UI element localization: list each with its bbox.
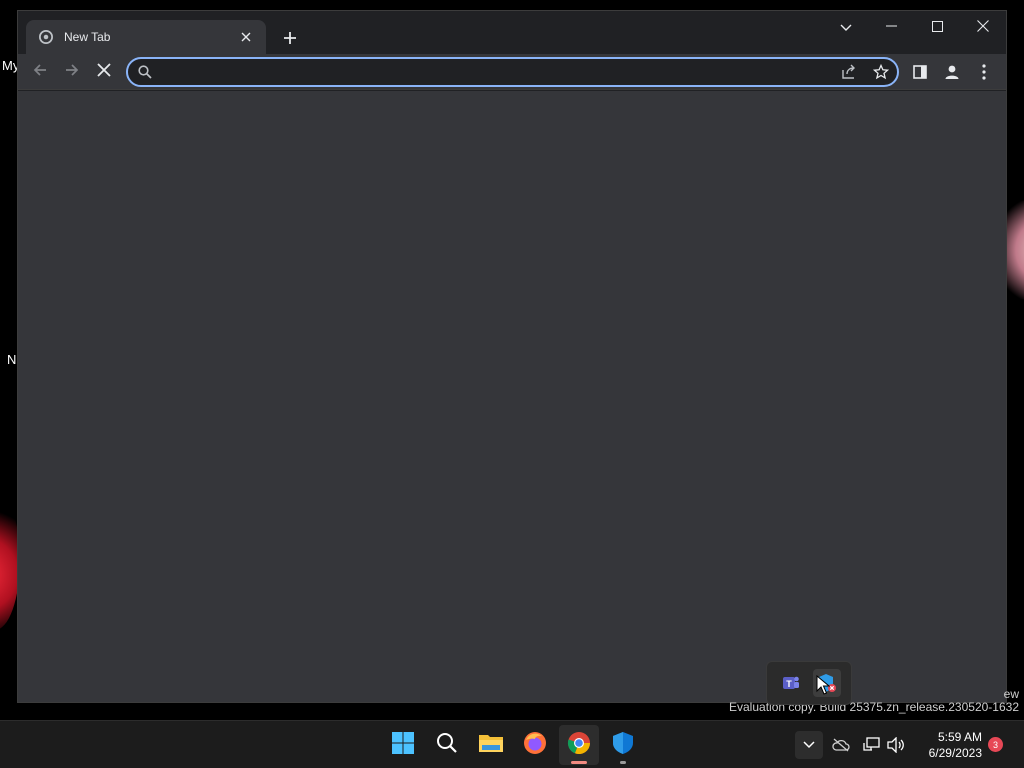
svg-text:T: T [786,679,792,689]
running-indicator [620,761,626,764]
taskbar-search-button[interactable] [427,725,467,765]
windows-security-icon [612,731,634,760]
star-icon[interactable] [865,59,897,85]
stop-loading-icon [97,62,111,82]
kebab-menu-icon[interactable] [970,58,998,86]
search-icon [128,65,162,79]
address-input[interactable] [162,64,833,80]
page-content [18,91,1006,702]
tab-title: New Tab [64,30,111,44]
show-hidden-icons-button[interactable] [795,731,823,759]
onedrive-offline-icon[interactable] [827,731,855,759]
desktop-icon-label-2: N [7,352,17,367]
profile-icon[interactable] [938,58,966,86]
share-icon[interactable] [833,59,865,85]
search-icon [436,732,458,759]
maximize-button[interactable] [914,11,960,41]
forward-button[interactable] [58,58,86,86]
firefox-icon [523,731,547,760]
close-window-button[interactable] [960,11,1006,41]
arrow-right-icon [64,62,80,83]
teams-icon[interactable]: T [777,669,805,697]
notification-badge[interactable]: 3 [988,737,1003,752]
firefox-button[interactable] [515,725,555,765]
volume-icon[interactable] [882,731,910,759]
taskbar-clock[interactable]: 5:59 AM 6/29/2023 [916,729,982,761]
file-explorer-button[interactable] [471,725,511,765]
tray-overflow-popup: T [766,661,852,705]
new-tab-button[interactable] [276,24,304,52]
clock-date: 6/29/2023 [928,746,982,760]
start-button[interactable] [383,725,423,765]
tab-close-icon[interactable] [236,27,256,47]
side-panel-icon[interactable] [906,58,934,86]
browser-toolbar [18,54,1006,90]
taskbar: 5:59 AM 6/29/2023 3 [0,720,1024,768]
stop-loading-button[interactable] [90,58,118,86]
start-icon [391,731,415,760]
arrow-left-icon [32,62,48,83]
watermark-partial: ew [1003,687,1019,701]
clock-time: 5:59 AM [937,730,982,744]
tab-search-chevron-icon[interactable] [833,15,859,41]
chrome-favicon-icon [38,29,54,45]
windows-security-button[interactable] [603,725,643,765]
file-explorer-icon [478,732,504,759]
mouse-cursor-icon [816,674,831,700]
chrome-window: New Tab [17,10,1007,703]
chrome-icon [567,731,591,760]
address-bar[interactable] [126,57,899,87]
minimize-button[interactable] [868,11,914,41]
tab-new-tab[interactable]: New Tab [26,20,266,54]
tab-strip: New Tab [18,11,1006,54]
running-indicator [571,761,587,764]
chrome-taskbar-button[interactable] [559,725,599,765]
back-button[interactable] [26,58,54,86]
